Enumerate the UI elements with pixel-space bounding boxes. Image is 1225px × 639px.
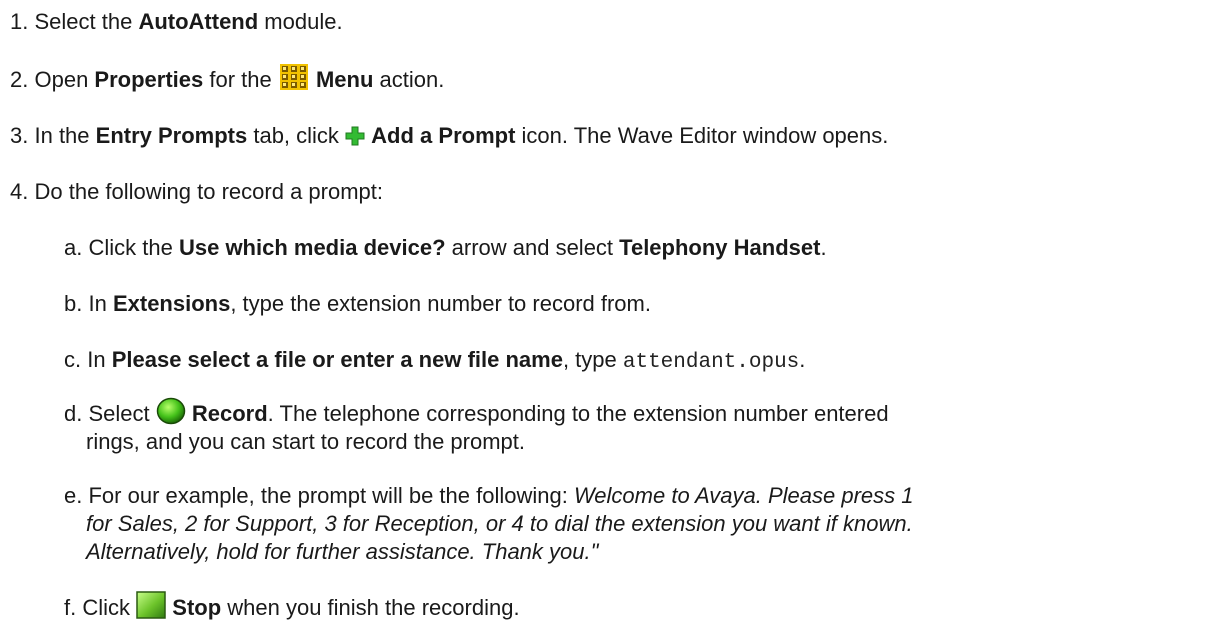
substep-letter: e. (64, 483, 83, 508)
substep-text: In (88, 291, 113, 316)
extensions-label: Extensions (112, 291, 231, 316)
substep-text: . (820, 235, 827, 260)
substep-text: For our example, the prompt will be the … (88, 483, 574, 508)
step-1: 1. Select the AutoAttend module. (10, 8, 343, 36)
substep-b: b. In Extensions, type the extension num… (64, 290, 651, 318)
step-4: 4. Do the following to record a prompt: (10, 178, 383, 206)
step-text: for the (203, 67, 278, 92)
green-square-stop-icon (136, 591, 166, 619)
step-text: Open (34, 67, 95, 92)
substep-text: , type (562, 347, 623, 372)
substep-c: c. In Please select a file or enter a ne… (64, 346, 805, 377)
step-number: 1. (10, 9, 29, 34)
step-text: module. (258, 9, 343, 34)
substep-f: f. Click Stop when you finish the record… (64, 591, 520, 623)
prompt-example-text: Welcome to Avaya. Please press 1 (573, 483, 914, 508)
substep-letter: d. (64, 401, 83, 426)
substep-letter: c. (64, 347, 82, 372)
module-name: AutoAttend (138, 9, 259, 34)
step-number: 4. (10, 179, 29, 204)
stop-label: Stop (172, 595, 222, 620)
add-prompt-label: Add a Prompt (371, 123, 516, 148)
substep-e-line2: for Sales, 2 for Support, 3 for Receptio… (86, 510, 913, 538)
step-number: 3. (10, 123, 29, 148)
file-name-label: Please select a file or enter a new file… (111, 347, 563, 372)
file-name-code: attendant.opus (622, 351, 800, 374)
step-2: 2. Open Properties for the Menu action. (10, 64, 445, 94)
step-3: 3. In the Entry Prompts tab, click Add a… (10, 122, 888, 150)
menu-grid-icon (279, 64, 308, 91)
substep-text: Click (82, 595, 137, 620)
step-text: In the (34, 123, 96, 148)
substep-letter: a. (64, 235, 83, 260)
green-plus-icon (345, 125, 365, 146)
step-text: Select the (34, 9, 139, 34)
substep-letter: f. (64, 595, 77, 620)
substep-text: rings, and you can start to record the p… (86, 429, 526, 454)
instruction-document: 1. Select the AutoAttend module. 2. Open… (0, 0, 1225, 639)
step-text: Do the following to record a prompt: (34, 179, 383, 204)
substep-text: Select (88, 401, 156, 426)
step-text: icon. The Wave Editor window opens. (515, 123, 889, 148)
substep-e: e. For our example, the prompt will be t… (64, 482, 913, 510)
record-label: Record (191, 401, 268, 426)
green-circle-record-icon (156, 397, 186, 425)
substep-e-line3: Alternatively, hold for further assistan… (86, 538, 598, 566)
telephony-handset-label: Telephony Handset (619, 235, 821, 260)
substep-text: . (799, 347, 806, 372)
substep-text: arrow and select (445, 235, 620, 260)
substep-text: Click the (88, 235, 179, 260)
step-text: action. (373, 67, 445, 92)
step-text: tab, click (247, 123, 346, 148)
prompt-example-text: for Sales, 2 for Support, 3 for Receptio… (86, 511, 913, 536)
substep-d-line2: rings, and you can start to record the p… (86, 428, 525, 456)
properties-label: Properties (94, 67, 204, 92)
entry-prompts-tab-label: Entry Prompts (95, 123, 248, 148)
substep-text: , type the extension number to record fr… (230, 291, 651, 316)
substep-a: a. Click the Use which media device? arr… (64, 234, 827, 262)
substep-text: when you finish the recording. (221, 595, 520, 620)
substep-text: . The telephone corresponding to the ext… (267, 401, 889, 426)
menu-action-label: Menu (315, 67, 374, 92)
prompt-example-text: Alternatively, hold for further assistan… (86, 539, 599, 564)
step-number: 2. (10, 67, 29, 92)
substep-d: d. Select Record. The telephone correspo… (64, 397, 889, 429)
substep-letter: b. (64, 291, 83, 316)
substep-text: In (87, 347, 112, 372)
media-device-label: Use which media device? (178, 235, 446, 260)
